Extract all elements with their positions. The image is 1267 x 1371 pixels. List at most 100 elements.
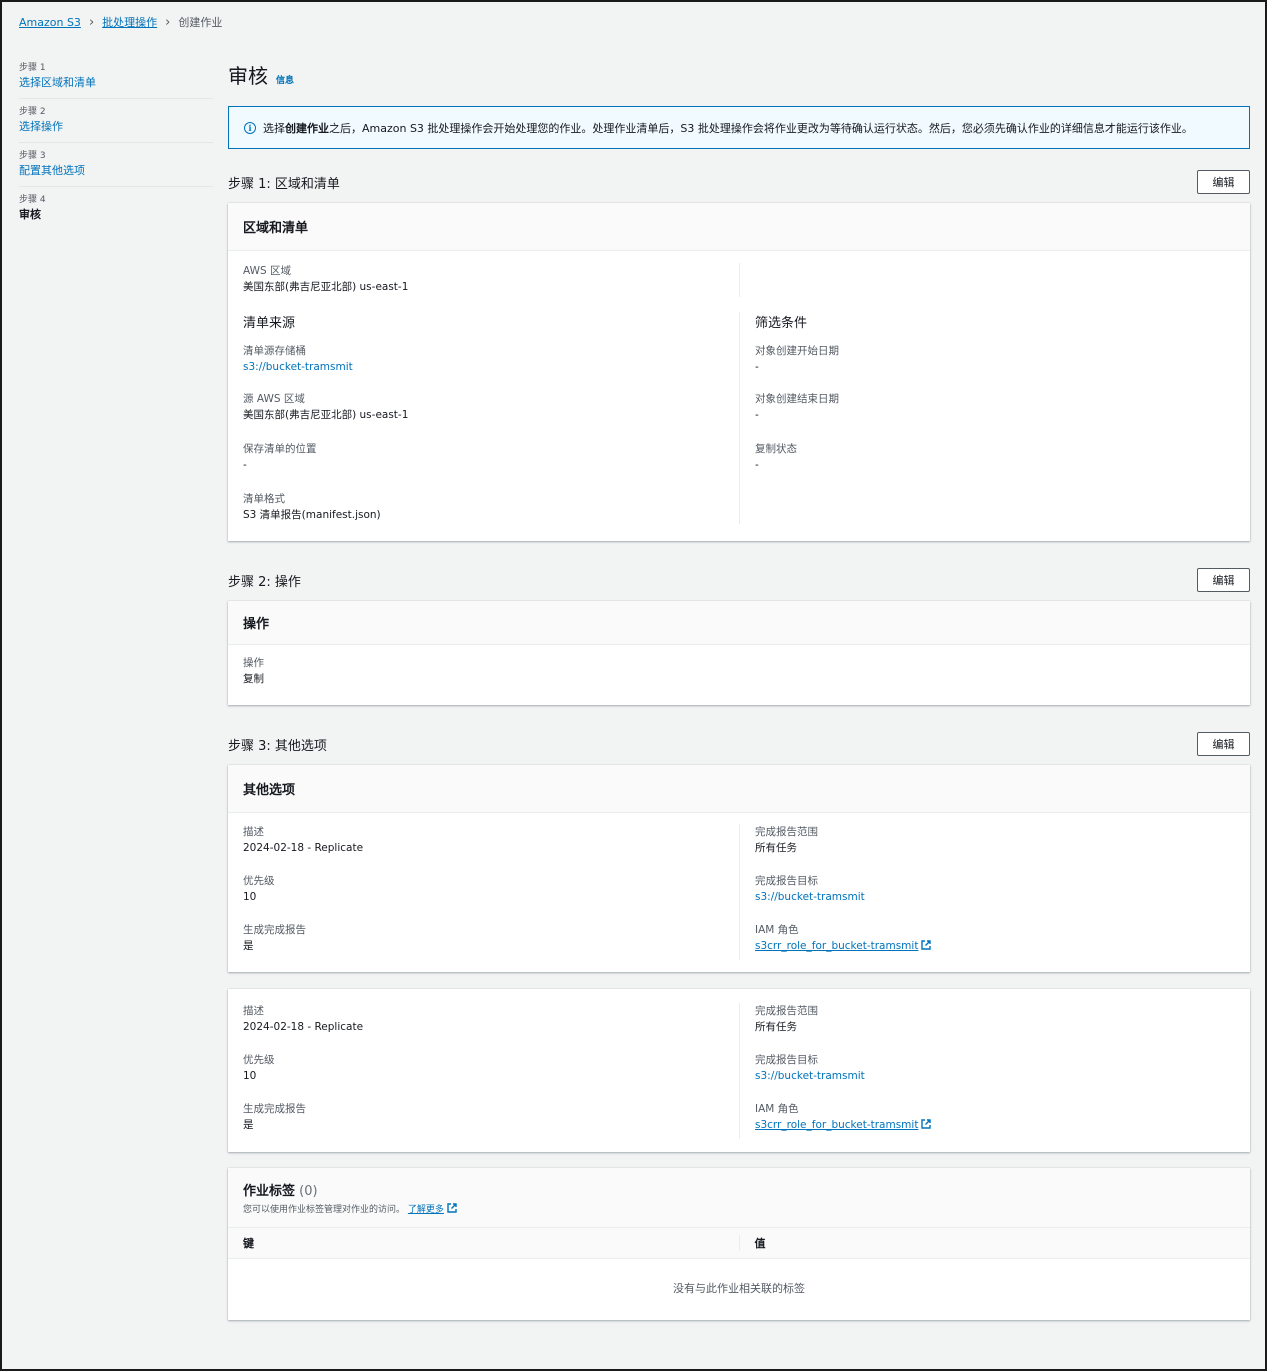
field-label: 源 AWS 区域 bbox=[243, 393, 305, 405]
other-options-cols: 描述 2024-02-18 - Replicate 优先级 10 生成完成报告 … bbox=[243, 1003, 1235, 1148]
iam-role-field: IAM 角色 s3crr_role_for_bucket-tramsmit bbox=[755, 1101, 1235, 1133]
job-tags-card: 作业标签 (0) 您可以使用作业标签管理对作业的访问。 了解更多 键 值 没有与… bbox=[228, 1168, 1250, 1320]
breadcrumb-current: 创建作业 bbox=[178, 16, 223, 29]
field-label: 对象创建开始日期 bbox=[755, 345, 839, 357]
field-label: 完成报告范围 bbox=[755, 826, 818, 838]
filters-heading: 筛选条件 bbox=[755, 316, 808, 331]
source-region-field: 源 AWS 区域 美国东部(弗吉尼亚北部) us-east-1 bbox=[243, 391, 739, 423]
manifest-bucket-link[interactable]: s3://bucket-tramsmit bbox=[243, 361, 353, 373]
field-label: AWS 区域 bbox=[243, 265, 291, 277]
manifest-bucket-field: 清单源存储桶 s3://bucket-tramsmit bbox=[243, 343, 739, 375]
job-tags-description: 您可以使用作业标签管理对作业的访问。 了解更多 bbox=[243, 1202, 1235, 1215]
field-label: 保存清单的位置 bbox=[243, 443, 317, 455]
step2-header: 步骤 2: 操作 编辑 bbox=[228, 568, 1250, 592]
step-link-choose-operation[interactable]: 选择操作 bbox=[19, 120, 63, 133]
field-label: 完成报告目标 bbox=[755, 875, 818, 887]
page-frame: Amazon S3 › 批处理操作 › 创建作业 步骤 1 选择区域和清单 步骤… bbox=[0, 0, 1267, 1371]
other-options-body: 描述 2024-02-18 - Replicate 优先级 10 生成完成报告 … bbox=[228, 989, 1250, 1160]
wizard-steps-nav: 步骤 1 选择区域和清单 步骤 2 选择操作 步骤 3 配置其他选项 步骤 4 … bbox=[19, 62, 213, 237]
iam-role-value: s3crr_role_for_bucket-tramsmit bbox=[755, 1117, 1235, 1133]
external-link-icon[interactable] bbox=[921, 940, 932, 950]
info-alert: i 选择创建作业之后，Amazon S3 批处理操作会开始处理您的作业。处理作业… bbox=[228, 106, 1250, 149]
chevron-right-icon: › bbox=[88, 14, 95, 30]
field-label: 优先级 bbox=[243, 875, 275, 887]
manifest-source-col: 清单来源 清单源存储桶 s3://bucket-tramsmit 源 AWS 区… bbox=[243, 312, 740, 524]
operation-body: 操作 复制 bbox=[228, 645, 1250, 714]
breadcrumb-amazon-s3[interactable]: Amazon S3 bbox=[19, 16, 81, 29]
iam-role-link[interactable]: s3crr_role_for_bucket-tramsmit bbox=[755, 1119, 918, 1131]
report-target-field: 完成报告目标 s3://bucket-tramsmit bbox=[755, 873, 1235, 905]
job-tags-table-header: 键 值 bbox=[228, 1227, 1250, 1259]
other-options-body: 描述 2024-02-18 - Replicate 优先级 10 生成完成报告 … bbox=[228, 813, 1250, 981]
priority-field: 优先级 10 bbox=[243, 873, 739, 905]
field-label: 优先级 bbox=[243, 1054, 275, 1066]
field-label: 描述 bbox=[243, 1005, 264, 1017]
alert-text: 选择创建作业之后，Amazon S3 批处理操作会开始处理您的作业。处理作业清单… bbox=[263, 120, 1193, 136]
field-value: 复制 bbox=[243, 673, 264, 685]
step-number: 步骤 2 bbox=[19, 107, 46, 117]
step3-header: 步骤 3: 其他选项 编辑 bbox=[228, 732, 1250, 756]
edit-step2-button[interactable]: 编辑 bbox=[1197, 568, 1250, 592]
field-value: 2024-02-18 - Replicate bbox=[243, 842, 364, 854]
card-title: 操作 bbox=[228, 601, 1250, 645]
iam-role-link[interactable]: s3crr_role_for_bucket-tramsmit bbox=[755, 940, 918, 952]
iam-role-value: s3crr_role_for_bucket-tramsmit bbox=[755, 938, 1235, 954]
manifest-format-field: 清单格式 S3 清单报告(manifest.json) bbox=[243, 491, 739, 523]
field-value: - bbox=[755, 459, 759, 471]
field-value: 10 bbox=[243, 891, 257, 903]
operation-field: 操作 复制 bbox=[243, 655, 1235, 687]
field-label: 生成完成报告 bbox=[243, 1103, 306, 1115]
field-value: S3 清单报告(manifest.json) bbox=[243, 509, 381, 521]
description-field: 描述 2024-02-18 - Replicate bbox=[243, 824, 739, 856]
operation-card: 操作 操作 复制 bbox=[228, 601, 1250, 705]
external-link-icon[interactable] bbox=[447, 1203, 457, 1213]
job-tags-count: (0) bbox=[299, 1184, 318, 1199]
end-date-field: 对象创建结束日期 - bbox=[755, 391, 1235, 423]
report-target-link[interactable]: s3://bucket-tramsmit bbox=[755, 891, 865, 903]
step2-heading: 步骤 2: 操作 bbox=[228, 574, 301, 590]
other-options-right: 完成报告范围 所有任务 完成报告目标 s3://bucket-tramsmit … bbox=[740, 824, 1235, 969]
description-field: 描述 2024-02-18 - Replicate bbox=[243, 1003, 739, 1035]
replication-status-field: 复制状态 - bbox=[755, 441, 1235, 473]
edit-step1-button[interactable]: 编辑 bbox=[1197, 170, 1250, 194]
card-title: 其他选项 bbox=[228, 765, 1250, 813]
aws-region-field: AWS 区域 美国东部(弗吉尼亚北部) us-east-1 bbox=[243, 263, 739, 295]
breadcrumb-batch-operations[interactable]: 批处理操作 bbox=[102, 14, 157, 30]
job-tags-title: 作业标签 bbox=[243, 1184, 296, 1199]
field-value: 美国东部(弗吉尼亚北部) us-east-1 bbox=[243, 409, 409, 421]
field-label: 完成报告目标 bbox=[755, 1054, 818, 1066]
learn-more-link[interactable]: 了解更多 bbox=[408, 1205, 444, 1215]
external-link-icon[interactable] bbox=[921, 1119, 932, 1129]
column-key: 键 bbox=[243, 1237, 254, 1250]
step3-heading: 步骤 3: 其他选项 bbox=[228, 738, 327, 754]
step1-heading: 步骤 1: 区域和清单 bbox=[228, 176, 340, 192]
page-title: 审核 bbox=[228, 64, 268, 88]
page-header: 审核 信息 bbox=[228, 60, 1250, 90]
wizard-step-4: 步骤 4 审核 bbox=[19, 194, 213, 230]
step-link-other-options[interactable]: 配置其他选项 bbox=[19, 164, 85, 177]
field-label: 生成完成报告 bbox=[243, 924, 306, 936]
step-label-review: 审核 bbox=[19, 208, 41, 221]
field-value: - bbox=[755, 361, 759, 373]
field-label: 对象创建结束日期 bbox=[755, 393, 839, 405]
job-tags-empty-state: 没有与此作业相关联的标签 bbox=[673, 1282, 805, 1295]
column-value: 值 bbox=[738, 1235, 1251, 1251]
main-content: 审核 信息 i 选择创建作业之后，Amazon S3 批处理操作会开始处理您的作… bbox=[228, 60, 1250, 1320]
start-date-field: 对象创建开始日期 - bbox=[755, 343, 1235, 375]
other-options-left: 描述 2024-02-18 - Replicate 优先级 10 生成完成报告 … bbox=[243, 824, 740, 960]
edit-step3-button[interactable]: 编辑 bbox=[1197, 732, 1250, 756]
field-value: - bbox=[755, 409, 759, 421]
job-tags-title-row: 作业标签 (0) bbox=[243, 1180, 1235, 1199]
chevron-right-icon: › bbox=[165, 14, 171, 30]
field-value: 是 bbox=[243, 1119, 254, 1131]
info-link[interactable]: 信息 bbox=[276, 73, 294, 86]
generate-report-field: 生成完成报告 是 bbox=[243, 1101, 739, 1133]
field-value: 10 bbox=[243, 1070, 257, 1082]
manifest-source-heading: 清单来源 bbox=[243, 316, 296, 331]
report-target-field: 完成报告目标 s3://bucket-tramsmit bbox=[755, 1052, 1235, 1084]
iam-role-field: IAM 角色 s3crr_role_for_bucket-tramsmit bbox=[755, 922, 1235, 954]
field-label: 操作 bbox=[243, 657, 264, 669]
step-link-region-manifest[interactable]: 选择区域和清单 bbox=[19, 76, 96, 89]
field-value: 所有任务 bbox=[755, 842, 797, 854]
report-target-link[interactable]: s3://bucket-tramsmit bbox=[755, 1070, 865, 1082]
